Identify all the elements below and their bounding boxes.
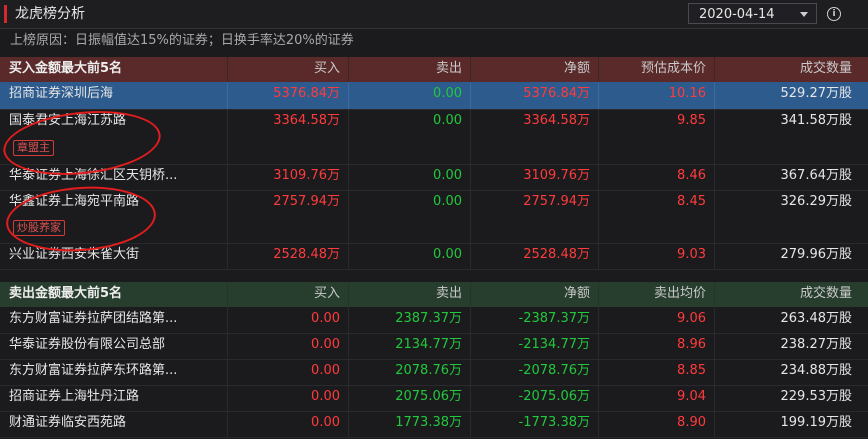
buy-amount: 0.00 — [228, 333, 349, 359]
col-header-sell[interactable]: 卖出 — [349, 282, 471, 307]
table-row[interactable]: 东方财富证券拉萨团结路第... 0.00 2387.37万 -2387.37万 … — [0, 307, 868, 334]
avg-price: 8.96 — [599, 333, 715, 359]
panel-header: 龙虎榜分析 2020-04-14 i — [0, 0, 868, 29]
net-amount: 3364.58万 — [471, 109, 599, 164]
sell-amount: 2078.76万 — [349, 359, 471, 385]
broker-name: 华泰证券股份有限公司总部 — [0, 333, 228, 359]
cost-price: 9.85 — [599, 109, 715, 164]
net-amount: 5376.84万 — [471, 82, 599, 109]
avg-price: 9.06 — [599, 307, 715, 333]
broker-name: 招商证券深圳后海 — [0, 82, 228, 109]
sell-amount: 0.00 — [349, 190, 471, 243]
col-header-buy[interactable]: 买入 — [228, 282, 349, 307]
sell-amount: 2134.77万 — [349, 333, 471, 359]
sell-amount: 2387.37万 — [349, 307, 471, 333]
net-amount: -2134.77万 — [471, 333, 599, 359]
table-row[interactable]: 兴业证券西安朱雀大街 2528.48万 0.00 2528.48万 9.03 2… — [0, 243, 868, 270]
table-row[interactable]: 华泰证券上海徐汇区天钥桥... 3109.76万 0.00 3109.76万 8… — [0, 164, 868, 191]
col-header-sell[interactable]: 卖出 — [349, 57, 471, 82]
volume: 229.53万股 — [780, 389, 853, 404]
broker-name: 财通证券临安西苑路 — [0, 411, 228, 437]
buy-amount: 2757.94万 — [228, 190, 349, 243]
avg-price: 8.90 — [599, 411, 715, 437]
cost-price: 10.16 — [599, 82, 715, 109]
chevron-down-icon — [800, 12, 808, 17]
net-amount: -2075.06万 — [471, 385, 599, 411]
volume: 326.29万股 — [780, 194, 853, 209]
net-amount: 3109.76万 — [471, 164, 599, 190]
buy-amount: 0.00 — [228, 411, 349, 437]
buy-table-header: 买入金额最大前5名 买入 卖出 净额 预估成本价 成交数量 — [0, 57, 868, 82]
sell-table-header: 卖出金额最大前5名 买入 卖出 净额 卖出均价 成交数量 — [0, 282, 868, 307]
broker-name: 招商证券上海牡丹江路 — [0, 385, 228, 411]
date-value: 2020-04-14 — [699, 7, 775, 22]
net-amount: 2757.94万 — [471, 190, 599, 243]
table-row[interactable]: 华泰证券股份有限公司总部 0.00 2134.77万 -2134.77万 8.9… — [0, 333, 868, 360]
sell-amount: 0.00 — [349, 82, 471, 109]
sell-amount: 0.00 — [349, 164, 471, 190]
sell-amount: 0.00 — [349, 243, 471, 269]
col-header-net[interactable]: 净额 — [471, 57, 599, 82]
col-header-buy[interactable]: 买入 — [228, 57, 349, 82]
buy-amount: 0.00 — [228, 385, 349, 411]
buy-amount: 3109.76万 — [228, 164, 349, 190]
col-header-volume[interactable]: 成交数量 — [715, 57, 860, 82]
net-amount: -1773.38万 — [471, 411, 599, 437]
buy-amount: 5376.84万 — [228, 82, 349, 109]
sell-amount: 0.00 — [349, 109, 471, 164]
cost-price: 8.46 — [599, 164, 715, 190]
volume: 529.27万股 — [780, 86, 853, 101]
volume: 263.48万股 — [780, 311, 853, 326]
volume: 234.88万股 — [780, 363, 853, 378]
col-header-cost-price[interactable]: 预估成本价 — [599, 57, 715, 82]
broker-name: 东方财富证券拉萨团结路第... — [0, 307, 228, 333]
table-row[interactable]: 招商证券深圳后海 5376.84万 0.00 5376.84万 10.16 52… — [0, 82, 868, 110]
table-row[interactable]: 财通证券临安西苑路 0.00 1773.38万 -1773.38万 8.90 1… — [0, 411, 868, 438]
sell-amount: 2075.06万 — [349, 385, 471, 411]
buy-amount: 0.00 — [228, 359, 349, 385]
sell-section-title: 卖出金额最大前5名 — [0, 282, 228, 307]
buy-amount: 2528.48万 — [228, 243, 349, 269]
net-amount: 2528.48万 — [471, 243, 599, 269]
volume: 341.58万股 — [780, 113, 853, 128]
buy-section-title: 买入金额最大前5名 — [0, 57, 228, 82]
panel-title: 龙虎榜分析 — [15, 6, 85, 22]
avg-price: 8.85 — [599, 359, 715, 385]
broker-name: 东方财富证券拉萨东环路第... — [0, 359, 228, 385]
table-row[interactable]: 招商证券上海牡丹江路 0.00 2075.06万 -2075.06万 9.04 … — [0, 385, 868, 412]
avg-price: 9.04 — [599, 385, 715, 411]
net-amount: -2387.37万 — [471, 307, 599, 333]
net-amount: -2078.76万 — [471, 359, 599, 385]
cost-price: 8.45 — [599, 190, 715, 243]
sell-amount: 1773.38万 — [349, 411, 471, 437]
col-header-avg-price[interactable]: 卖出均价 — [599, 282, 715, 307]
volume: 199.19万股 — [780, 415, 853, 430]
buy-amount: 3364.58万 — [228, 109, 349, 164]
col-header-volume[interactable]: 成交数量 — [715, 282, 860, 307]
table-row[interactable]: 东方财富证券拉萨东环路第... 0.00 2078.76万 -2078.76万 … — [0, 359, 868, 386]
info-icon[interactable]: i — [827, 7, 841, 21]
col-header-net[interactable]: 净额 — [471, 282, 599, 307]
volume: 279.96万股 — [780, 247, 853, 262]
buy-amount: 0.00 — [228, 307, 349, 333]
volume: 367.64万股 — [780, 168, 853, 183]
listing-reason: 上榜原因：日振幅值达15%的证券；日换手率达20%的证券 — [10, 33, 354, 48]
header-accent-bar — [4, 5, 7, 23]
volume: 238.27万股 — [780, 337, 853, 352]
cost-price: 9.03 — [599, 243, 715, 269]
date-select[interactable]: 2020-04-14 — [688, 3, 817, 24]
